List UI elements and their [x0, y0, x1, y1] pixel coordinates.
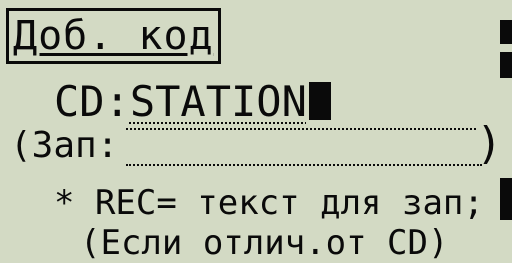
- screen-title: Доб. код: [6, 8, 221, 64]
- help-note-line1: * REC= текст для зап;: [54, 183, 484, 223]
- instrument-screen: Доб. код CD:STATION (Зап: ) * REC= текст…: [0, 0, 512, 262]
- softkey-indicator-icon: [500, 52, 512, 78]
- code-field[interactable]: CD:STATION: [54, 76, 331, 128]
- record-input[interactable]: [126, 164, 482, 166]
- softkey-indicator-icon: [500, 178, 512, 220]
- text-cursor: [308, 82, 331, 120]
- record-field-top: [126, 128, 476, 130]
- record-label: (Зап:: [10, 125, 119, 166]
- softkey-indicator-icon: [500, 20, 512, 44]
- code-input[interactable]: STATION: [130, 77, 307, 126]
- help-note-line2: (Если отлич.от CD): [80, 223, 449, 263]
- code-label: CD:: [54, 77, 130, 126]
- record-close-paren: ): [476, 118, 503, 169]
